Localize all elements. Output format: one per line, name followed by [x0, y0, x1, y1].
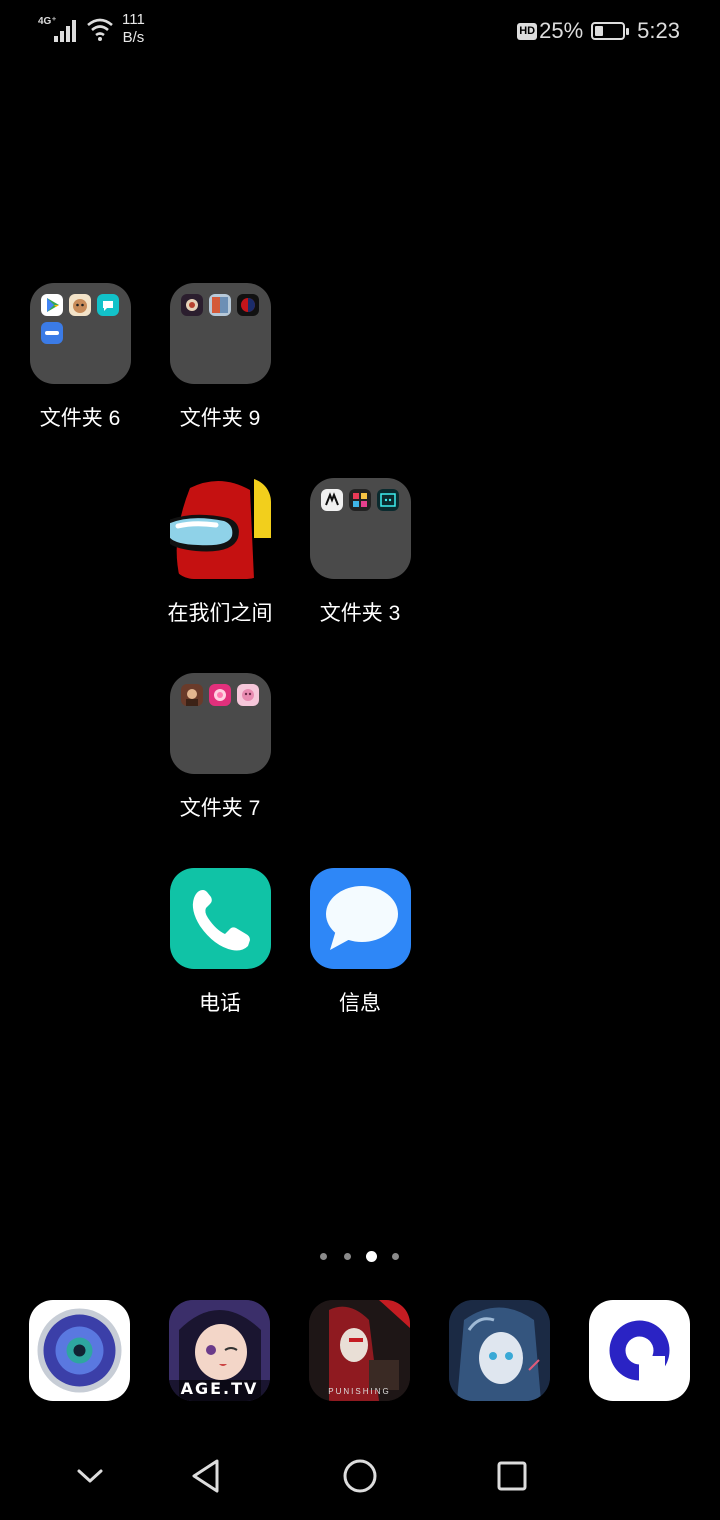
- page-dot-1: [320, 1253, 327, 1260]
- quark-app-icon: [40, 322, 63, 344]
- camera-app-icon[interactable]: [29, 1300, 130, 1401]
- age-tv-app-icon[interactable]: AGE.TV: [169, 1300, 270, 1401]
- phone-label: 电话: [199, 992, 241, 1015]
- play-store-icon: [40, 294, 63, 316]
- cat-game-icon: [376, 489, 399, 511]
- punishing-app-icon[interactable]: PUNISHING: [309, 1300, 410, 1401]
- collapse-chevron-icon[interactable]: [50, 1440, 130, 1512]
- anime-character-app-icon[interactable]: [449, 1300, 550, 1401]
- recents-button-icon[interactable]: [472, 1440, 552, 1512]
- home-button-icon[interactable]: [320, 1440, 400, 1512]
- folder-9[interactable]: 文件夹 9: [150, 283, 290, 432]
- wifi-icon: [87, 18, 113, 41]
- page-dot-4: [392, 1253, 399, 1260]
- folder-9-label: 文件夹 9: [179, 407, 261, 430]
- game-app-icon: [180, 294, 203, 316]
- idol-game-icon: [208, 684, 231, 706]
- folder-3[interactable]: 文件夹 3: [290, 478, 430, 627]
- block-puzzle-icon: [348, 489, 371, 511]
- folder-3-label: 文件夹 3: [319, 602, 401, 625]
- messages-icon[interactable]: [309, 868, 411, 969]
- folder-7[interactable]: 文件夹 7: [150, 673, 290, 822]
- page-dot-2: [344, 1253, 351, 1260]
- among-us-icon[interactable]: [169, 478, 271, 579]
- punishing-text: PUNISHING: [328, 1387, 391, 1396]
- folder-7-label: 文件夹 7: [179, 797, 261, 820]
- among-us-label: 在我们之间: [167, 602, 273, 625]
- clock: 5:23: [637, 18, 680, 43]
- status-bar: 4G⁺ 111 B/s HD 25% 5:23: [0, 0, 720, 60]
- age-tv-text: AGE.TV: [180, 1379, 259, 1398]
- folder-9-tile[interactable]: [169, 283, 271, 384]
- battery-icon: [591, 22, 630, 40]
- anime-game-icon: [208, 294, 231, 316]
- folder-3-tile[interactable]: [309, 478, 411, 579]
- page-dot-3-active: [366, 1251, 377, 1262]
- anime-girl-icon: [236, 684, 259, 706]
- messages-app[interactable]: 信息: [290, 868, 430, 1017]
- chat-app-icon: [96, 294, 119, 316]
- rpg-game-icon: [180, 684, 203, 706]
- folder-6[interactable]: 文件夹 6: [10, 283, 150, 432]
- among-us-app[interactable]: 在我们之间: [150, 478, 290, 627]
- back-button-icon[interactable]: [166, 1440, 246, 1512]
- network-speed: 111 B/s: [122, 11, 145, 46]
- phone-app[interactable]: 电话: [150, 868, 290, 1017]
- battery-percent: 25%: [539, 18, 584, 43]
- logo-app-icon: [320, 489, 343, 511]
- blue-ring-app-icon[interactable]: [589, 1300, 690, 1401]
- folder-6-label: 文件夹 6: [39, 407, 121, 430]
- phone-icon[interactable]: [169, 868, 271, 969]
- folder-7-tile[interactable]: [169, 673, 271, 774]
- red-game-icon: [236, 294, 259, 316]
- messages-label: 信息: [339, 992, 381, 1015]
- page-indicator: [312, 1250, 408, 1264]
- cartoon-app-icon: [68, 294, 91, 316]
- folder-6-tile[interactable]: [29, 283, 131, 384]
- cellular-signal-icon: [54, 20, 76, 42]
- navigation-bar: [0, 1440, 720, 1520]
- hd-badge: HD: [517, 22, 538, 40]
